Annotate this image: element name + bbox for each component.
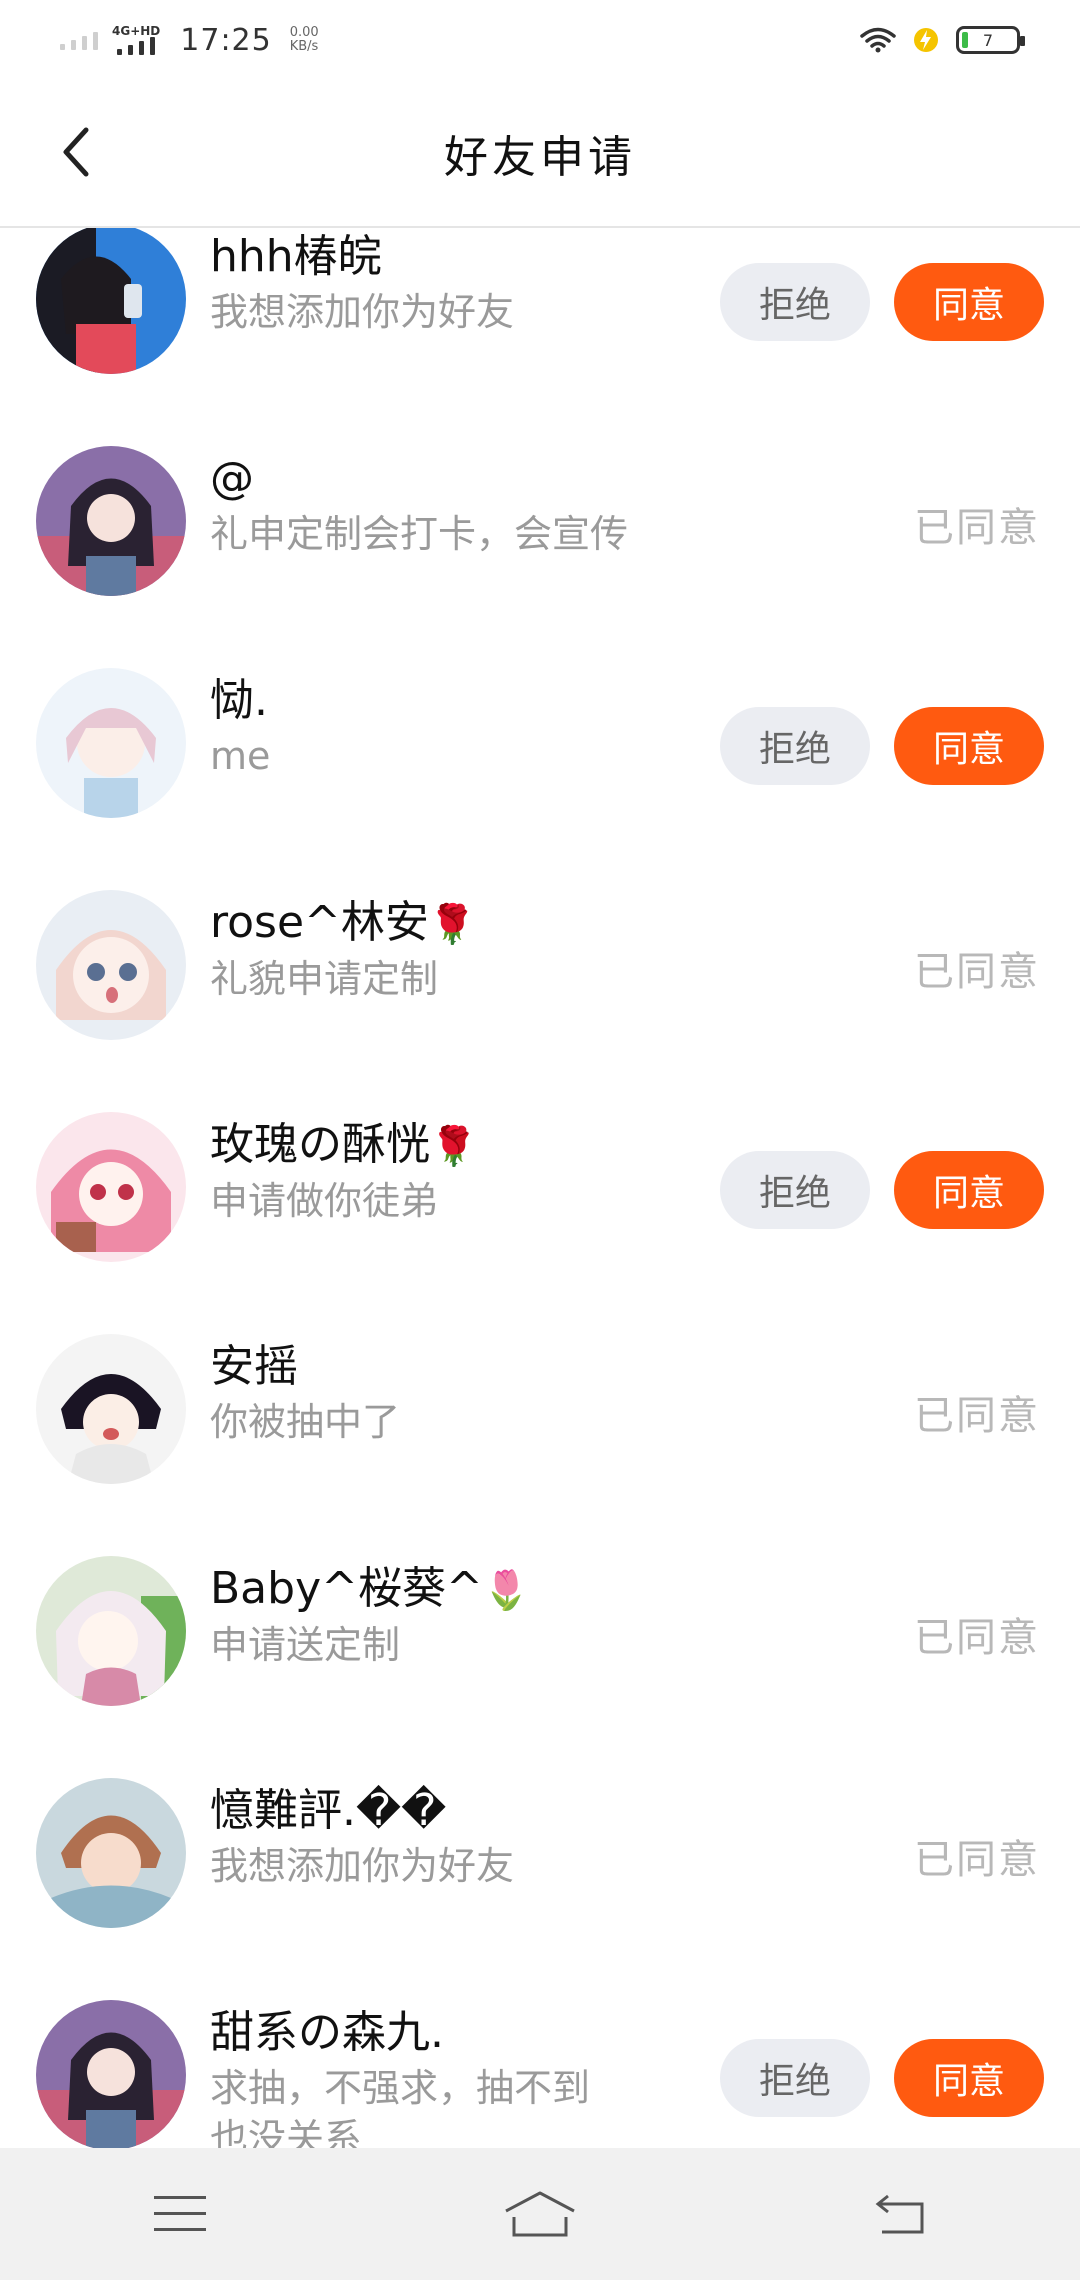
status-left: 4G+HD 17:25 0.00 KB/s xyxy=(0,23,319,58)
header: 好友申请 xyxy=(0,80,1080,228)
request-name: 甜系の森九. xyxy=(210,2007,444,2058)
request-message: 我想添加你为好友 xyxy=(210,1844,515,1888)
reject-button[interactable]: 拒绝 xyxy=(720,263,870,341)
avatar[interactable] xyxy=(36,668,186,818)
avatar[interactable] xyxy=(36,446,186,596)
request-info: @ 礼申定制会打卡，会宣传 xyxy=(210,450,730,558)
list-item: 憶難評.�� 我想添加你为好友 已同意 xyxy=(0,1742,1080,1964)
home-icon xyxy=(505,2191,575,2237)
reject-button[interactable]: 拒绝 xyxy=(720,2039,870,2117)
status-right: 7 xyxy=(860,26,1080,54)
request-message: 我想添加你为好友 xyxy=(210,290,515,334)
status-bar: 4G+HD 17:25 0.00 KB/s 7 xyxy=(0,0,1080,80)
reject-button[interactable]: 拒绝 xyxy=(720,707,870,785)
request-info: 憶難評.�� 我想添加你为好友 xyxy=(210,1782,730,1890)
status-time: 17:25 xyxy=(180,22,272,58)
request-name: 憶難評.�� xyxy=(210,1785,447,1836)
reject-button[interactable]: 拒绝 xyxy=(720,1151,870,1229)
back-button[interactable] xyxy=(48,124,104,180)
list-item: 恸. me 拒绝 同意 xyxy=(0,632,1080,854)
request-name: Baby^桜葵^🌷 xyxy=(210,1563,531,1614)
charging-icon xyxy=(914,28,938,52)
rose-emoji: 🌹 xyxy=(428,902,477,946)
request-message: 求抽，不强求，抽不到 xyxy=(210,2066,591,2110)
request-info: hhh椿皖 我想添加你为好友 xyxy=(210,228,730,336)
request-message: 礼貌申请定制 xyxy=(210,957,439,1001)
request-message: 申请做你徒弟 xyxy=(210,1179,439,1223)
battery-percent: 7 xyxy=(982,30,994,50)
request-name: @ xyxy=(210,453,254,504)
page-title: 好友申请 xyxy=(444,132,636,183)
network-indicator: 4G+HD xyxy=(112,25,160,55)
request-name: 安摇 xyxy=(210,1341,298,1392)
avatar[interactable] xyxy=(36,1334,186,1484)
accepted-status: 已同意 xyxy=(914,1615,1040,1661)
list-item: 玫瑰の酥恍🌹 申请做你徒弟 拒绝 同意 xyxy=(0,1076,1080,1298)
request-name: 恸. xyxy=(210,675,268,726)
request-info: 安摇 你被抽中了 xyxy=(210,1338,730,1446)
request-message: me xyxy=(210,734,271,778)
app-root: 4G+HD 17:25 0.00 KB/s 7 好友申请 hhh椿皖 我想添加你… xyxy=(0,0,1080,2280)
tulip-emoji: 🌷 xyxy=(482,1568,531,1612)
list-item: hhh椿皖 我想添加你为好友 拒绝 同意 xyxy=(0,228,1080,410)
accept-button[interactable]: 同意 xyxy=(894,2039,1044,2117)
accepted-status: 已同意 xyxy=(914,949,1040,995)
request-name: hhh椿皖 xyxy=(210,231,382,282)
network-speed: 0.00 KB/s xyxy=(290,26,319,54)
back-nav-icon xyxy=(875,2194,924,2234)
accept-button[interactable]: 同意 xyxy=(894,1151,1044,1229)
request-message: 你被抽中了 xyxy=(210,1400,401,1444)
speed-value: 0.00 xyxy=(289,25,319,40)
battery-icon: 7 xyxy=(956,26,1025,54)
avatar[interactable] xyxy=(36,1112,186,1262)
list-item: @ 礼申定制会打卡，会宣传 已同意 xyxy=(0,410,1080,632)
request-info: 恸. me xyxy=(210,672,730,780)
request-message: 礼申定制会打卡，会宣传 xyxy=(210,512,629,556)
signal-icon-sim1 xyxy=(60,30,98,50)
home-button[interactable] xyxy=(495,2179,585,2249)
friend-request-list: hhh椿皖 我想添加你为好友 拒绝 同意 @ 礼申定制会打卡，会宣传 已同意 恸… xyxy=(0,228,1080,2148)
request-info: 玫瑰の酥恍🌹 申请做你徒弟 xyxy=(210,1116,730,1225)
battery-level xyxy=(962,32,968,48)
request-info: rose^林安🌹 礼貌申请定制 xyxy=(210,894,730,1003)
request-message-line2: 也没关系 xyxy=(210,2116,363,2148)
list-item: 甜系の森九. 求抽，不强求，抽不到 也没关系 拒绝 同意 xyxy=(0,1964,1080,2148)
list-item: 安摇 你被抽中了 已同意 xyxy=(0,1298,1080,1520)
list-item: rose^林安🌹 礼貌申请定制 已同意 xyxy=(0,854,1080,1076)
request-info: 甜系の森九. 求抽，不强求，抽不到 也没关系 xyxy=(210,2004,730,2148)
avatar[interactable] xyxy=(36,1778,186,1928)
menu-button[interactable] xyxy=(135,2179,225,2249)
menu-icon xyxy=(154,2196,206,2231)
system-nav-bar xyxy=(0,2148,1080,2280)
request-info: Baby^桜葵^🌷 申请送定制 xyxy=(210,1560,730,1669)
accepted-status: 已同意 xyxy=(914,1393,1040,1439)
wifi-icon xyxy=(860,27,896,53)
accept-button[interactable]: 同意 xyxy=(894,263,1044,341)
avatar[interactable] xyxy=(36,1556,186,1706)
request-name: 玫瑰の酥恍🌹 xyxy=(210,1119,478,1170)
rose-emoji: 🌹 xyxy=(430,1124,478,1168)
chevron-left-icon xyxy=(63,127,89,177)
request-name: rose^林安🌹 xyxy=(210,897,477,948)
accepted-status: 已同意 xyxy=(914,505,1040,551)
speed-unit: KB/s xyxy=(289,39,319,54)
list-item: Baby^桜葵^🌷 申请送定制 已同意 xyxy=(0,1520,1080,1742)
network-label: 4G+HD xyxy=(112,24,161,38)
back-nav-button[interactable] xyxy=(855,2179,945,2249)
request-message: 申请送定制 xyxy=(210,1623,401,1667)
avatar[interactable] xyxy=(36,228,186,374)
accept-button[interactable]: 同意 xyxy=(894,707,1044,785)
avatar[interactable] xyxy=(36,2000,186,2148)
accepted-status: 已同意 xyxy=(914,1837,1040,1883)
signal-icon-sim2 xyxy=(117,37,156,55)
avatar[interactable] xyxy=(36,890,186,1040)
